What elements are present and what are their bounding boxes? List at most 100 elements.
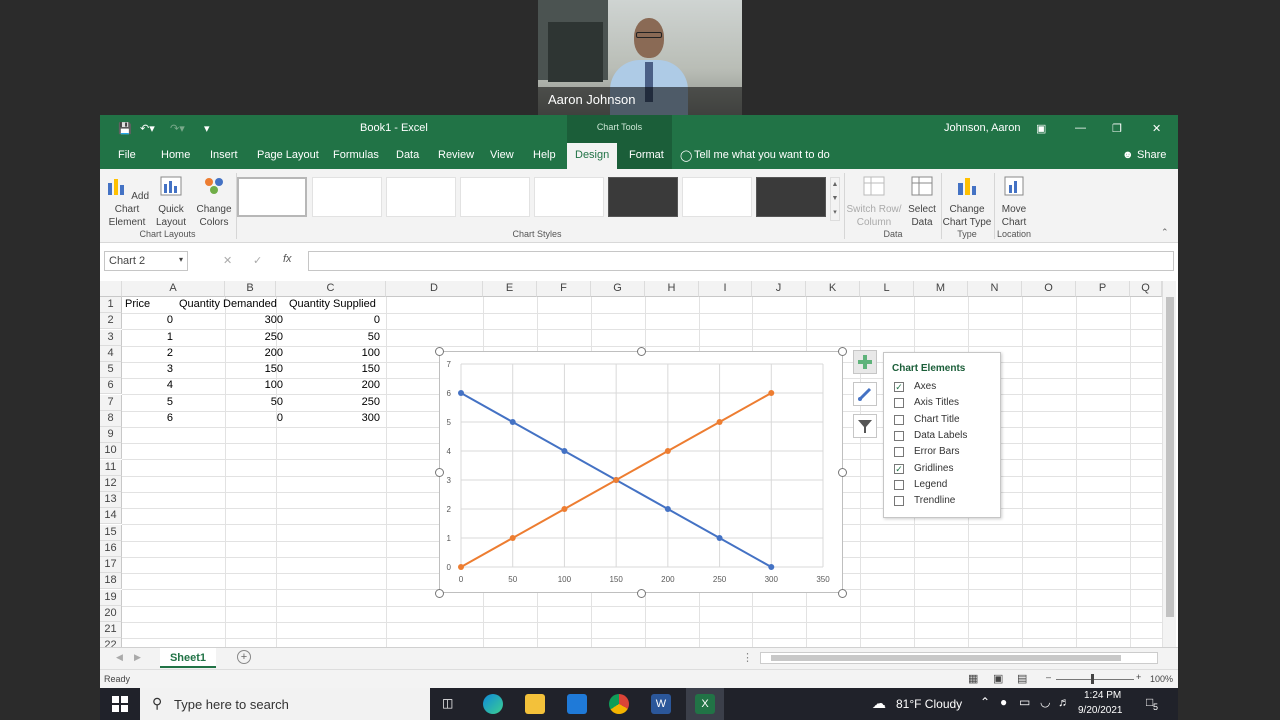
row-header[interactable]: 2 (100, 313, 122, 330)
next-sheet-icon[interactable]: ▶ (134, 652, 141, 663)
excel-icon[interactable]: X (695, 694, 715, 714)
chart-style-4[interactable] (460, 177, 530, 217)
row-header[interactable]: 16 (100, 540, 122, 557)
new-sheet-icon[interactable]: + (237, 650, 251, 664)
table-cell[interactable]: 0 (176, 411, 286, 427)
minimize-icon[interactable]: — (1075, 122, 1086, 134)
styles-scroll[interactable]: ▲ ▼ ▾ (830, 177, 840, 221)
chart-style-1[interactable] (237, 177, 307, 217)
name-box[interactable]: Chart 2 ▾ (104, 251, 188, 271)
table-cell[interactable]: 4 (122, 378, 176, 394)
resize-handle-tl[interactable] (435, 347, 444, 356)
checkbox-icon[interactable] (894, 479, 904, 490)
ribbon-display-icon[interactable]: ▣ (1036, 122, 1046, 135)
column-header[interactable]: E (483, 281, 537, 297)
windows-start-icon[interactable] (112, 696, 128, 712)
table-cell[interactable]: 100 (176, 378, 286, 394)
page-layout-view-icon[interactable]: ▣ (993, 672, 1003, 685)
select-data-button[interactable]: Select Data (904, 175, 940, 229)
file-explorer-icon[interactable] (525, 694, 545, 714)
table-header[interactable]: Quantity Supplied (286, 297, 379, 313)
table-cell[interactable]: 250 (286, 395, 383, 411)
chart-style-8[interactable] (756, 177, 826, 217)
row-header[interactable]: 9 (100, 427, 122, 443)
table-cell[interactable]: 250 (176, 330, 286, 346)
table-header[interactable]: Quantity Demanded (176, 297, 280, 313)
restore-icon[interactable]: ❐ (1112, 122, 1122, 135)
chart-styles-button[interactable] (853, 382, 877, 406)
sheet-tab-sheet1[interactable]: Sheet1 (160, 648, 216, 668)
column-header[interactable]: C (276, 281, 386, 297)
chart-style-5[interactable] (534, 177, 604, 217)
table-cell[interactable]: 1 (122, 330, 176, 346)
column-header[interactable]: L (860, 281, 914, 297)
chart-style-7[interactable] (682, 177, 752, 217)
tab-home[interactable]: Home (161, 149, 190, 161)
table-cell[interactable]: 0 (122, 313, 176, 329)
wifi-icon[interactable]: ◡ (1040, 695, 1050, 709)
row-header[interactable]: 18 (100, 573, 122, 590)
row-header[interactable]: 21 (100, 622, 122, 638)
clock-date[interactable]: 9/20/2021 (1078, 705, 1123, 716)
resize-handle-bl[interactable] (435, 589, 444, 598)
row-header[interactable]: 8 (100, 410, 122, 427)
edge-icon[interactable] (483, 694, 503, 714)
row-header[interactable]: 5 (100, 362, 122, 378)
insert-function-icon[interactable]: fx (283, 253, 292, 265)
taskbar-search[interactable]: ⚲ Type here to search (140, 688, 430, 720)
column-header[interactable]: A (122, 281, 225, 297)
checkbox-icon[interactable] (894, 447, 904, 458)
table-cell[interactable]: 150 (286, 362, 383, 378)
chart-filters-button[interactable] (853, 414, 877, 438)
table-cell[interactable]: 50 (176, 395, 286, 411)
tab-file[interactable]: File (118, 149, 136, 161)
table-cell[interactable]: 100 (286, 346, 383, 362)
table-cell[interactable]: 6 (122, 411, 176, 427)
table-cell[interactable]: 300 (176, 313, 286, 329)
table-cell[interactable]: 0 (286, 313, 383, 329)
checkbox-checked-icon[interactable]: ✓ (894, 382, 904, 392)
normal-view-icon[interactable]: ▦ (968, 672, 978, 685)
volume-icon[interactable]: ♬ (1058, 695, 1070, 709)
table-cell[interactable]: 200 (176, 346, 286, 362)
word-icon[interactable]: W (651, 694, 671, 714)
column-header[interactable]: B (225, 281, 276, 297)
column-header[interactable]: P (1076, 281, 1130, 297)
formula-input[interactable] (308, 251, 1174, 271)
checkbox-checked-icon[interactable]: ✓ (894, 463, 904, 474)
row-header[interactable]: 10 (100, 443, 122, 460)
table-cell[interactable]: 300 (286, 411, 383, 427)
move-chart-button[interactable]: Move Chart (996, 175, 1032, 229)
zoom-slider[interactable] (1056, 679, 1134, 680)
page-break-view-icon[interactable]: ▤ (1017, 672, 1027, 685)
row-header[interactable]: 19 (100, 589, 122, 606)
column-header[interactable]: M (914, 281, 968, 297)
column-header[interactable]: H (645, 281, 699, 297)
tab-format[interactable]: Format (629, 149, 664, 161)
close-icon[interactable]: ✕ (1152, 122, 1161, 135)
table-cell[interactable]: 5 (122, 395, 176, 411)
cancel-icon[interactable]: ✕ (223, 254, 232, 267)
change-chart-type-button[interactable]: Change Chart Type (942, 175, 992, 229)
switch-row-column-button[interactable]: Switch Row/ Column (846, 175, 902, 229)
tab-help[interactable]: Help (533, 149, 556, 161)
vertical-scrollbar[interactable] (1162, 281, 1176, 647)
tab-review[interactable]: Review (438, 149, 474, 161)
tab-design[interactable]: Design (567, 143, 618, 169)
column-header[interactable]: G (591, 281, 645, 297)
resize-handle-b[interactable] (637, 589, 646, 598)
table-header[interactable]: Price (122, 297, 153, 313)
weather-text[interactable]: 81°F Cloudy (896, 697, 962, 711)
row-header[interactable]: 7 (100, 394, 122, 411)
resize-handle-tr[interactable] (838, 347, 847, 356)
column-header[interactable]: I (699, 281, 752, 297)
row-header[interactable]: 11 (100, 459, 122, 476)
name-box-dropdown-icon[interactable]: ▾ (179, 255, 183, 264)
column-header[interactable]: O (1022, 281, 1076, 297)
row-header[interactable]: 15 (100, 524, 122, 541)
save-icon[interactable]: 💾 (118, 122, 132, 135)
onedrive-icon[interactable]: ▭ (1019, 695, 1030, 709)
row-header[interactable]: 12 (100, 475, 122, 492)
microphone-icon[interactable]: ● (1000, 695, 1007, 709)
select-all-corner[interactable] (100, 281, 122, 297)
